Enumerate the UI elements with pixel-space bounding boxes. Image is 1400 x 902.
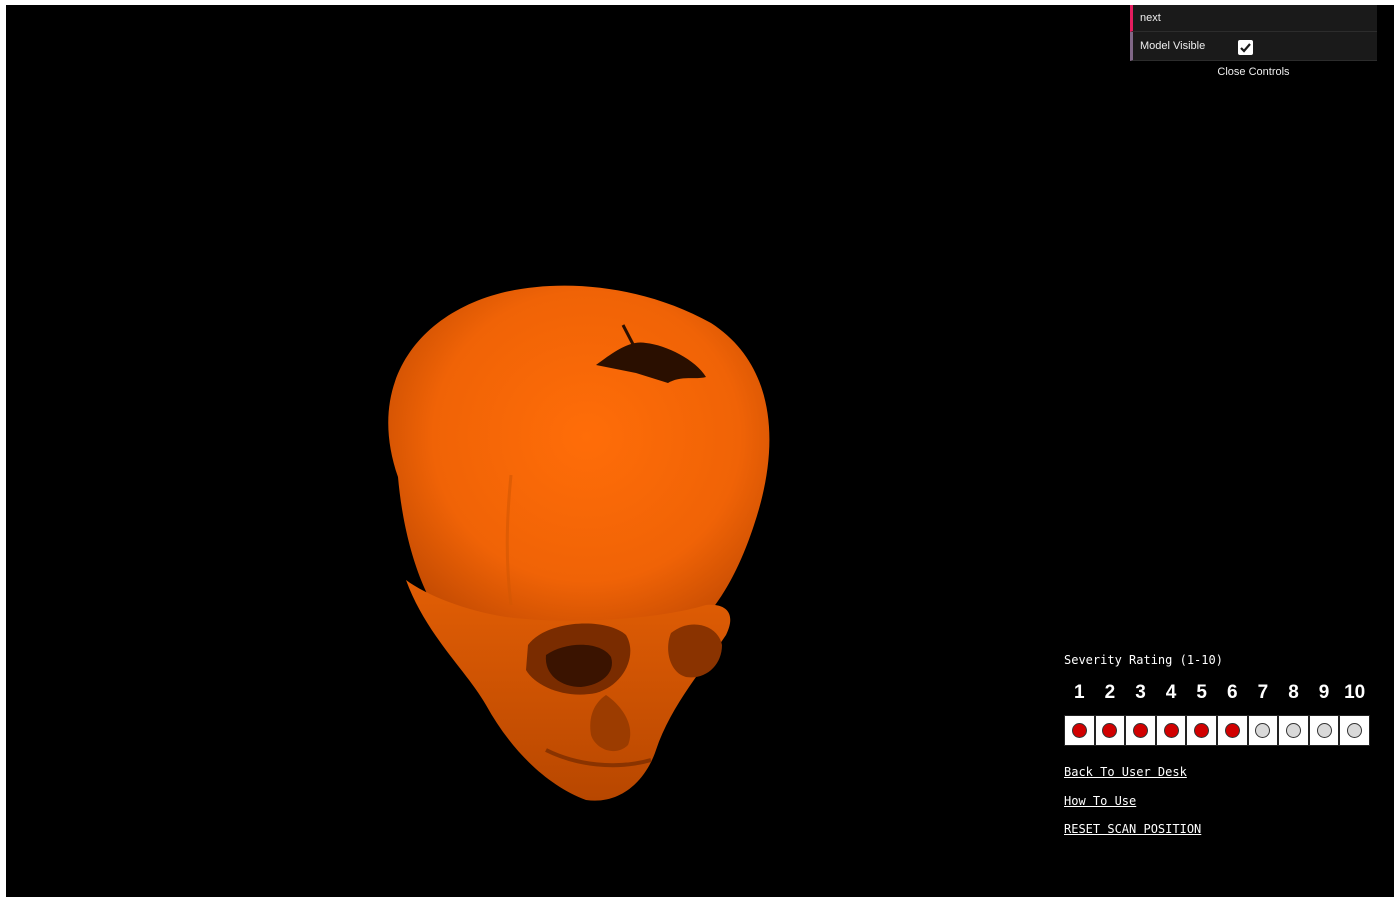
rating-dot xyxy=(1255,723,1271,738)
rating-number: 8 xyxy=(1288,682,1299,703)
next-button-label: next xyxy=(1140,12,1161,24)
reset-scan-position-link[interactable]: RESET SCAN POSITION xyxy=(1064,822,1201,836)
rating-dot xyxy=(1285,723,1301,738)
checkmark-icon xyxy=(1240,42,1251,53)
rating-dot xyxy=(1163,723,1179,738)
rating-number: 10 xyxy=(1344,682,1366,703)
rating-option-9[interactable] xyxy=(1308,715,1340,746)
rating-option-10[interactable] xyxy=(1339,715,1370,746)
model-visible-row[interactable]: Model Visible xyxy=(1130,32,1377,61)
controls-panel: next Model Visible Close Controls xyxy=(1130,5,1377,83)
rating-number: 1 xyxy=(1074,682,1085,703)
back-to-user-desk-link[interactable]: Back To User Desk xyxy=(1064,765,1187,779)
model-visible-checkbox[interactable] xyxy=(1238,40,1253,55)
rating-number: 4 xyxy=(1165,682,1177,703)
rating-dot xyxy=(1224,723,1240,738)
model-visible-label: Model Visible xyxy=(1140,40,1206,52)
rating-dot xyxy=(1316,723,1332,738)
rating-dot xyxy=(1132,723,1148,738)
rating-option-4[interactable] xyxy=(1155,715,1187,746)
rating-number: 7 xyxy=(1257,682,1269,703)
rating-option-8[interactable] xyxy=(1278,715,1309,746)
rating-numbers: 1 2 3 4 5 6 7 8 9 10 xyxy=(1064,681,1370,705)
rating-number: 9 xyxy=(1318,682,1330,703)
close-controls-button[interactable]: Close Controls xyxy=(1130,61,1377,83)
rating-selector xyxy=(1064,715,1370,746)
rating-option-1[interactable] xyxy=(1064,715,1095,746)
rating-option-6[interactable] xyxy=(1216,715,1248,746)
next-button[interactable]: next xyxy=(1130,5,1377,32)
rating-dot xyxy=(1102,723,1118,738)
severity-title: Severity Rating (1-10) xyxy=(1064,653,1223,667)
rating-number: 5 xyxy=(1196,682,1207,703)
rating-dot xyxy=(1194,723,1210,738)
3d-viewport[interactable]: next Model Visible Close Controls Severi… xyxy=(6,5,1394,897)
rating-dot xyxy=(1071,723,1087,738)
rating-option-2[interactable] xyxy=(1094,715,1126,746)
skull-3d-model[interactable] xyxy=(6,5,1394,897)
rating-option-3[interactable] xyxy=(1125,715,1156,746)
rating-number: 3 xyxy=(1135,682,1146,703)
rating-option-5[interactable] xyxy=(1186,715,1217,746)
severity-rating-panel: Severity Rating (1-10) 1 2 3 4 5 6 7 8 9 10 Back … xyxy=(1064,651,1384,836)
rating-number: 2 xyxy=(1104,682,1116,703)
rating-option-7[interactable] xyxy=(1247,715,1279,746)
rating-dot xyxy=(1347,723,1363,738)
how-to-use-link[interactable]: How To Use xyxy=(1064,794,1136,808)
rating-number: 6 xyxy=(1227,682,1238,703)
